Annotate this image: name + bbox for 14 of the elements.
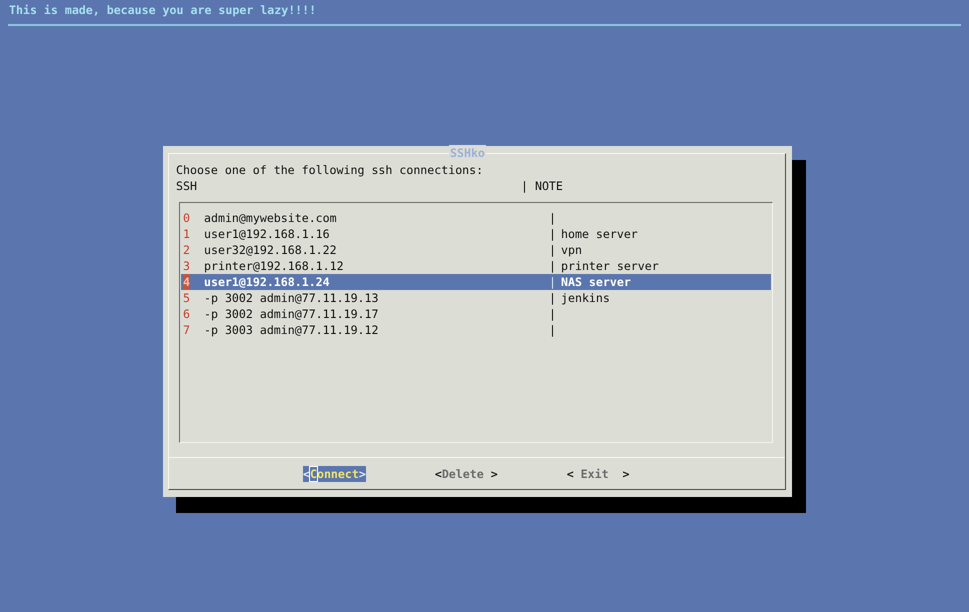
header-title: This is made, because you are super lazy!!!! — [9, 3, 316, 17]
connection-item[interactable]: 6 -p 3002 admin@77.11.19.17 | — [181, 306, 771, 322]
delete-button[interactable]: <Delete > — [434, 466, 498, 482]
column-heading: | NOTE — [521, 178, 563, 194]
column-heading: SSH — [176, 178, 198, 194]
connection-item[interactable]: 3 printer@192.168.1.12 | printer server — [181, 258, 771, 274]
exit-button[interactable]: < Exit > — [566, 466, 630, 482]
connection-item[interactable]: 0 admin@mywebsite.com | — [181, 210, 771, 226]
connection-item[interactable]: 5 -p 3002 admin@77.11.19.13 | jenkins — [181, 290, 771, 306]
prompt-text: Choose one of the following ssh connections: — [176, 162, 484, 178]
connection-item[interactable]: 7 -p 3003 admin@77.11.19.12 | — [181, 322, 771, 338]
connection-item[interactable]: 1 user1@192.168.1.16 | home server — [181, 226, 771, 242]
connection-item[interactable]: 4 user1@192.168.1.24 | NAS server — [181, 274, 771, 290]
connection-item[interactable]: 2 user32@192.168.1.22 | vpn — [181, 242, 771, 258]
